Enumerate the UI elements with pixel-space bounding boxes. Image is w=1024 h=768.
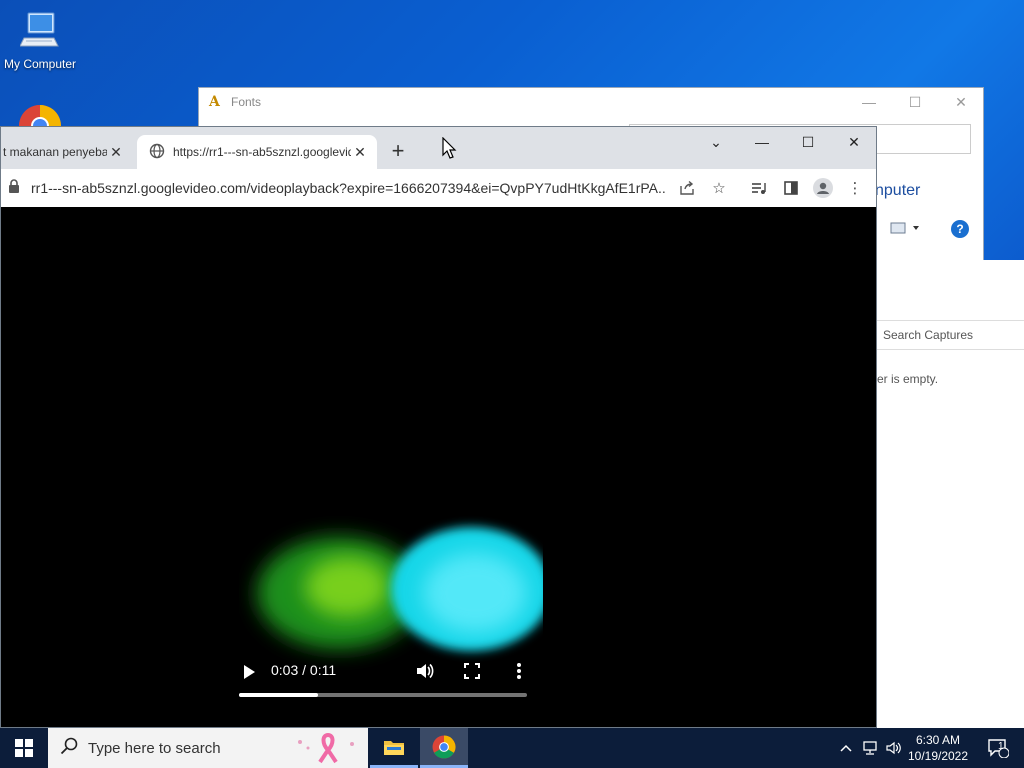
fonts-heading: nputer <box>875 182 921 199</box>
tab-active[interactable]: https://rr1---sn-ab5sznzl.googlevideo.co… <box>137 135 377 169</box>
video-time: 0:03 / 0:11 <box>271 662 337 678</box>
new-tab-button[interactable]: + <box>387 139 409 163</box>
captures-window[interactable]: Search Captures er is empty. <box>876 260 1024 728</box>
taskbar-search-input[interactable]: Type here to search <box>48 728 368 768</box>
maximize-button[interactable]: ☐ <box>785 127 831 157</box>
clock-time: 6:30 AM <box>915 733 961 747</box>
notification-count: 1 <box>998 741 1004 752</box>
clock-date: 10/19/2022 <box>907 749 969 763</box>
pink-ribbon-icon <box>292 732 364 768</box>
tab-title: https://rr1---sn-ab5sznzl.googlevideo.co… <box>173 145 351 159</box>
profile-avatar-icon[interactable] <box>811 176 835 200</box>
mouse-cursor-icon <box>442 137 457 159</box>
search-placeholder: Type here to search <box>88 739 221 757</box>
fonts-maximize-button[interactable]: ☐ <box>897 92 933 112</box>
video-frame[interactable] <box>239 497 551 677</box>
globe-icon <box>149 143 165 162</box>
video-progress-fill <box>239 693 318 697</box>
fonts-minimize-button[interactable]: — <box>851 92 887 112</box>
minimize-button[interactable]: — <box>739 127 785 157</box>
tab-strip[interactable]: t makanan penyeba ✕ https://rr1---sn-ab5… <box>1 127 876 169</box>
computer-icon <box>0 10 80 53</box>
browser-window[interactable]: t makanan penyeba ✕ https://rr1---sn-ab5… <box>0 126 877 728</box>
bookmark-star-icon[interactable]: ☆ <box>707 176 731 200</box>
start-button[interactable] <box>0 728 48 768</box>
help-icon[interactable]: ? <box>951 220 969 238</box>
tab-search-icon[interactable]: ⌄ <box>693 127 739 157</box>
fonts-close-button[interactable]: ✕ <box>943 92 979 112</box>
tab-title: t makanan penyeba <box>3 145 107 159</box>
desktop-icon-label: My Computer <box>3 57 77 71</box>
taskbar-clock[interactable]: 6:30 AM 10/19/2022 <box>900 732 976 764</box>
chrome-icon <box>432 735 456 758</box>
fonts-window-title: Fonts <box>231 95 262 109</box>
taskbar[interactable]: Type here to search 6:30 AM 10/19/2022 1 <box>0 728 1024 768</box>
close-tab-icon[interactable]: ✕ <box>351 144 369 161</box>
more-options-icon[interactable] <box>515 661 523 686</box>
share-icon[interactable] <box>675 176 699 200</box>
fullscreen-icon[interactable] <box>463 662 481 685</box>
play-icon[interactable] <box>241 663 257 686</box>
windows-logo-icon <box>15 739 33 757</box>
lock-icon[interactable] <box>7 178 23 199</box>
show-hidden-icons-chevron-icon[interactable] <box>836 728 856 768</box>
notification-center-icon[interactable]: 1 <box>978 728 1018 768</box>
view-options-button[interactable] <box>889 220 929 238</box>
desktop-icon-my-computer[interactable]: My Computer <box>0 10 80 71</box>
captures-empty-message: er is empty. <box>877 372 939 386</box>
search-captures-input[interactable]: Search Captures <box>877 320 1024 350</box>
url-text[interactable]: rr1---sn-ab5sznzl.googlevideo.com/videop… <box>31 180 667 196</box>
fonts-app-icon: A <box>209 94 220 110</box>
video-page[interactable]: 0:03 / 0:11 <box>1 207 876 727</box>
network-icon[interactable] <box>860 728 882 768</box>
search-icon <box>60 737 78 759</box>
close-tab-icon[interactable]: ✕ <box>107 144 125 161</box>
taskbar-file-explorer[interactable] <box>370 728 418 768</box>
menu-kebab-icon[interactable]: ⋮ <box>843 176 867 200</box>
video-progress-bar[interactable] <box>239 693 527 697</box>
tab-inactive[interactable]: t makanan penyeba ✕ <box>1 135 133 169</box>
media-controls-icon[interactable] <box>747 176 771 200</box>
folder-icon <box>384 740 404 755</box>
close-window-button[interactable]: ✕ <box>831 127 877 157</box>
side-panel-icon[interactable] <box>779 176 803 200</box>
volume-icon[interactable] <box>415 661 435 686</box>
taskbar-chrome[interactable] <box>420 728 468 768</box>
address-bar[interactable]: rr1---sn-ab5sznzl.googlevideo.com/videop… <box>1 169 876 207</box>
